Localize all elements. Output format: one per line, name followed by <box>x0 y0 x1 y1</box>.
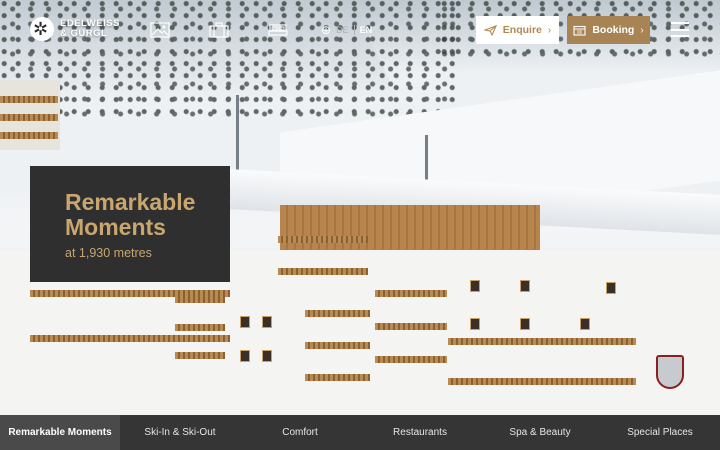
balcony <box>448 378 636 385</box>
suitcase-icon-graphic <box>209 22 229 38</box>
hero-subtitle: at 1,930 metres <box>65 246 152 260</box>
hamburger-menu-icon[interactable] <box>671 22 689 37</box>
balcony <box>305 310 370 317</box>
menu-line <box>671 28 689 31</box>
nav-tab-special-places[interactable]: Special Places <box>600 415 720 450</box>
gallery-icon-graphic <box>150 22 170 38</box>
window <box>262 350 272 362</box>
menu-line <box>671 35 689 37</box>
balcony <box>375 323 447 330</box>
brand-name-line2: & GURGL <box>60 28 108 39</box>
nav-tab-restaurants[interactable]: Restaurants <box>360 415 480 450</box>
balcony <box>30 335 230 342</box>
paper-plane-icon <box>483 24 497 36</box>
bottom-section-nav: Remarkable Moments Ski-In & Ski-Out Comf… <box>0 415 720 450</box>
language-switcher: ⊕ DE EN <box>321 24 372 36</box>
balcony <box>305 342 370 349</box>
chevron-right-icon: › <box>547 24 552 36</box>
calendar-icon <box>573 25 586 36</box>
balcony <box>375 290 447 297</box>
gallery-icon[interactable] <box>150 22 170 38</box>
globe-icon[interactable]: ⊕ <box>321 24 331 36</box>
bed-icon-graphic <box>268 24 288 36</box>
brand-name: EDELWEISS & GURGL <box>60 19 120 39</box>
hero-title-line1: Remarkable <box>65 189 196 215</box>
menu-line <box>671 22 689 24</box>
edelweiss-flower-icon <box>30 17 54 41</box>
hero-title-line2: Moments <box>65 214 166 240</box>
balcony <box>0 114 58 121</box>
window <box>580 318 590 330</box>
window <box>606 282 616 294</box>
window <box>520 280 530 292</box>
lang-divider <box>353 25 355 35</box>
ski-lift-pylon <box>425 135 428 180</box>
hotel-crest-emblem <box>656 355 684 389</box>
lang-en-link[interactable]: EN <box>360 25 373 35</box>
hero-headline-card: Remarkable Moments at 1,930 metres <box>30 166 230 282</box>
balcony <box>175 352 225 359</box>
suitcase-icon[interactable] <box>209 22 229 38</box>
enquire-button[interactable]: Enquire › <box>476 16 559 44</box>
enquire-label: Enquire <box>502 24 542 36</box>
balcony <box>278 268 368 275</box>
nav-tab-comfort[interactable]: Comfort <box>240 415 360 450</box>
balcony <box>175 296 225 303</box>
booking-button[interactable]: Booking › <box>567 16 650 44</box>
window <box>240 316 250 328</box>
window <box>470 318 480 330</box>
balcony <box>0 96 58 103</box>
bed-icon[interactable] <box>268 22 288 38</box>
nav-tab-remarkable-moments[interactable]: Remarkable Moments <box>0 415 120 450</box>
ski-lift-pylon <box>236 95 239 170</box>
balcony <box>305 374 370 381</box>
window <box>470 280 480 292</box>
lang-de-link[interactable]: DE <box>336 25 349 35</box>
window <box>262 316 272 328</box>
window <box>520 318 530 330</box>
nav-tab-ski-in-ski-out[interactable]: Ski-In & Ski-Out <box>120 415 240 450</box>
balcony <box>375 356 447 363</box>
brand-logo[interactable]: EDELWEISS & GURGL <box>30 17 120 41</box>
window <box>240 350 250 362</box>
balcony <box>0 132 58 139</box>
nav-tab-spa-beauty[interactable]: Spa & Beauty <box>480 415 600 450</box>
balcony <box>448 338 636 345</box>
hero-title: Remarkable Moments <box>65 190 230 240</box>
chevron-right-icon: › <box>640 24 644 36</box>
balcony <box>175 324 225 331</box>
booking-label: Booking <box>592 24 635 36</box>
balcony <box>278 236 368 243</box>
